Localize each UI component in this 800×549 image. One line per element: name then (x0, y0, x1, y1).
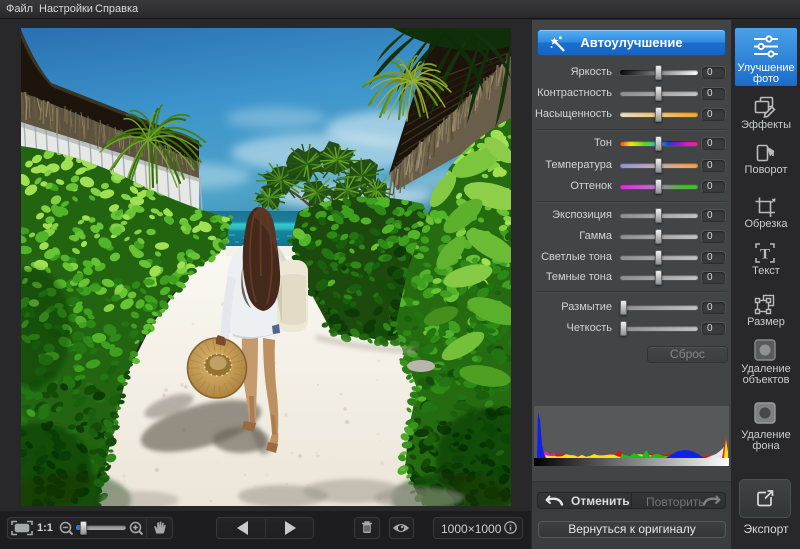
svg-text:T: T (760, 247, 770, 263)
